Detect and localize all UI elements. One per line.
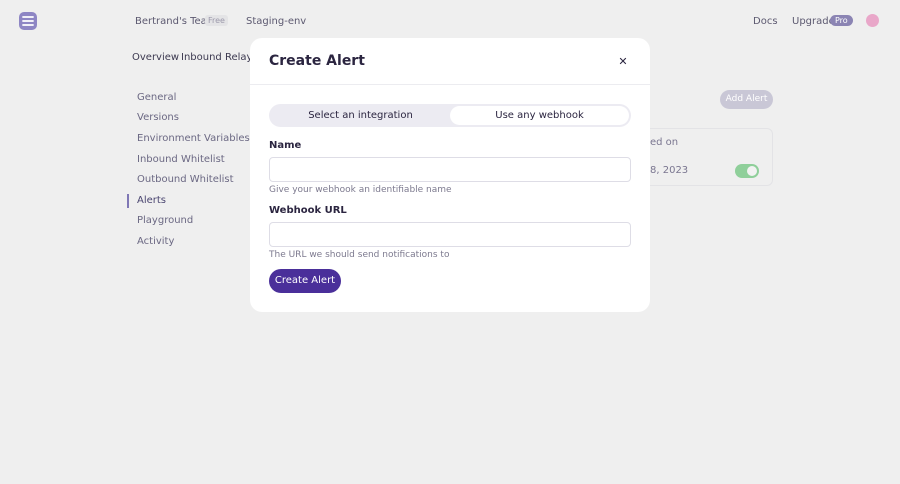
- tab-select-integration[interactable]: Select an integration: [271, 106, 450, 125]
- name-label: Name: [269, 140, 302, 151]
- sidebar-active-indicator: [127, 194, 129, 208]
- webhook-url-help-text: The URL we should send notifications to: [269, 250, 450, 260]
- webhook-url-input[interactable]: [269, 222, 631, 247]
- top-bar: Bertrand's Team Free Staging-env Docs Up…: [0, 0, 900, 42]
- avatar[interactable]: [866, 14, 879, 27]
- pro-badge: Pro: [830, 15, 853, 26]
- logo-icon[interactable]: [18, 11, 38, 31]
- create-alert-modal: Create Alert ✕ Select an integration Use…: [250, 38, 650, 312]
- sidebar-item-outbound-whitelist[interactable]: Outbound Whitelist: [137, 174, 234, 185]
- sidebar-item-alerts[interactable]: Alerts: [137, 195, 166, 206]
- tab-inbound-relay[interactable]: Inbound Relay: [181, 52, 252, 63]
- modal-divider: [250, 84, 650, 85]
- sidebar-item-inbound-whitelist[interactable]: Inbound Whitelist: [137, 154, 225, 165]
- upgrade-link[interactable]: Upgrade: [792, 16, 835, 27]
- close-icon[interactable]: ✕: [615, 54, 631, 70]
- alert-card-header-text: ed on: [650, 137, 679, 148]
- sidebar-item-activity[interactable]: Activity: [137, 236, 174, 247]
- integration-type-switch: Select an integration Use any webhook: [269, 104, 631, 127]
- sidebar-item-general[interactable]: General: [137, 92, 176, 103]
- sidebar-item-versions[interactable]: Versions: [137, 112, 179, 123]
- modal-title: Create Alert: [269, 53, 365, 69]
- add-alert-button[interactable]: Add Alert: [720, 90, 773, 109]
- name-help-text: Give your webhook an identifiable name: [269, 185, 452, 195]
- create-alert-button[interactable]: Create Alert: [269, 269, 341, 293]
- plan-badge-free: Free: [205, 15, 228, 26]
- tab-use-any-webhook[interactable]: Use any webhook: [450, 106, 629, 125]
- alert-enabled-toggle[interactable]: [735, 164, 759, 178]
- webhook-url-label: Webhook URL: [269, 205, 347, 216]
- sidebar-item-environment-variables[interactable]: Environment Variables: [137, 133, 250, 144]
- name-input[interactable]: [269, 157, 631, 182]
- sidebar-item-playground[interactable]: Playground: [137, 215, 193, 226]
- environment-switcher[interactable]: Staging-env: [246, 16, 306, 27]
- alert-card-date: 8, 2023: [650, 165, 689, 176]
- docs-link[interactable]: Docs: [753, 16, 778, 27]
- tab-overview[interactable]: Overview: [132, 52, 179, 63]
